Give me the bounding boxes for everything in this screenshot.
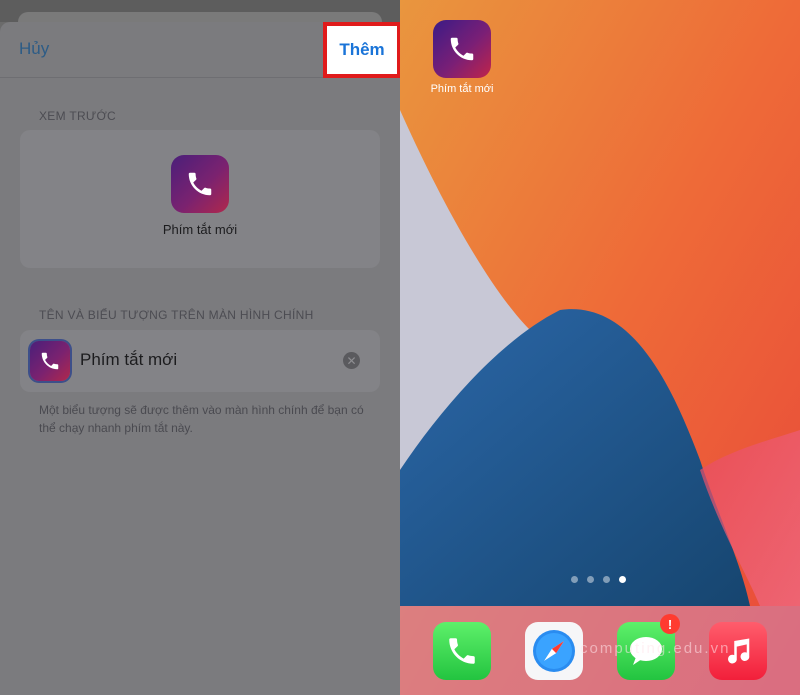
cancel-button[interactable]: Hủy: [19, 39, 49, 59]
page-dot[interactable]: [603, 576, 610, 583]
sheet-navbar: Hủy Thêm: [0, 22, 400, 78]
add-button[interactable]: Thêm: [323, 22, 400, 78]
preview-shortcut-name: Phím tắt mới: [162, 222, 238, 237]
phone-app-icon[interactable]: [433, 622, 491, 680]
wallpaper: [400, 0, 800, 695]
safari-app-icon[interactable]: [525, 622, 583, 680]
preview-card: Phím tắt mới: [20, 130, 380, 268]
watermark-text: computing.edu.vn: [580, 640, 731, 657]
clear-text-icon[interactable]: ✕: [343, 352, 360, 369]
modal-sheet: Hủy Thêm XEM TRƯỚC Phím tắt mới TÊN VÀ B…: [0, 22, 400, 695]
page-dot[interactable]: [587, 576, 594, 583]
home-screen-panel: Phím tắt mới ! computing.edu.vn: [400, 0, 800, 695]
page-dot[interactable]: [571, 576, 578, 583]
shortcut-name-field[interactable]: Phím tắt mới: [80, 350, 177, 370]
messages-notification-badge: !: [660, 614, 680, 634]
shortcut-icon-picker[interactable]: [30, 341, 70, 381]
background-card-strip: [0, 0, 400, 26]
home-shortcut-label: Phím tắt mới: [430, 83, 494, 95]
home-screen-section-label: TÊN VÀ BIỂU TƯỢNG TRÊN MÀN HÌNH CHÍNH: [39, 308, 314, 322]
home-shortcut-icon[interactable]: [433, 20, 491, 78]
page-dot-active[interactable]: [619, 576, 626, 583]
add-to-home-sheet-panel: Hủy Thêm XEM TRƯỚC Phím tắt mới TÊN VÀ B…: [0, 0, 400, 695]
home-screen-footnote: Một biểu tượng sẽ được thêm vào màn hình…: [39, 403, 364, 435]
name-and-icon-row: Phím tắt mới ✕: [20, 330, 380, 392]
page-indicator[interactable]: [571, 576, 626, 583]
shortcut-phone-icon: [171, 155, 229, 213]
preview-section-label: XEM TRƯỚC: [39, 109, 117, 123]
